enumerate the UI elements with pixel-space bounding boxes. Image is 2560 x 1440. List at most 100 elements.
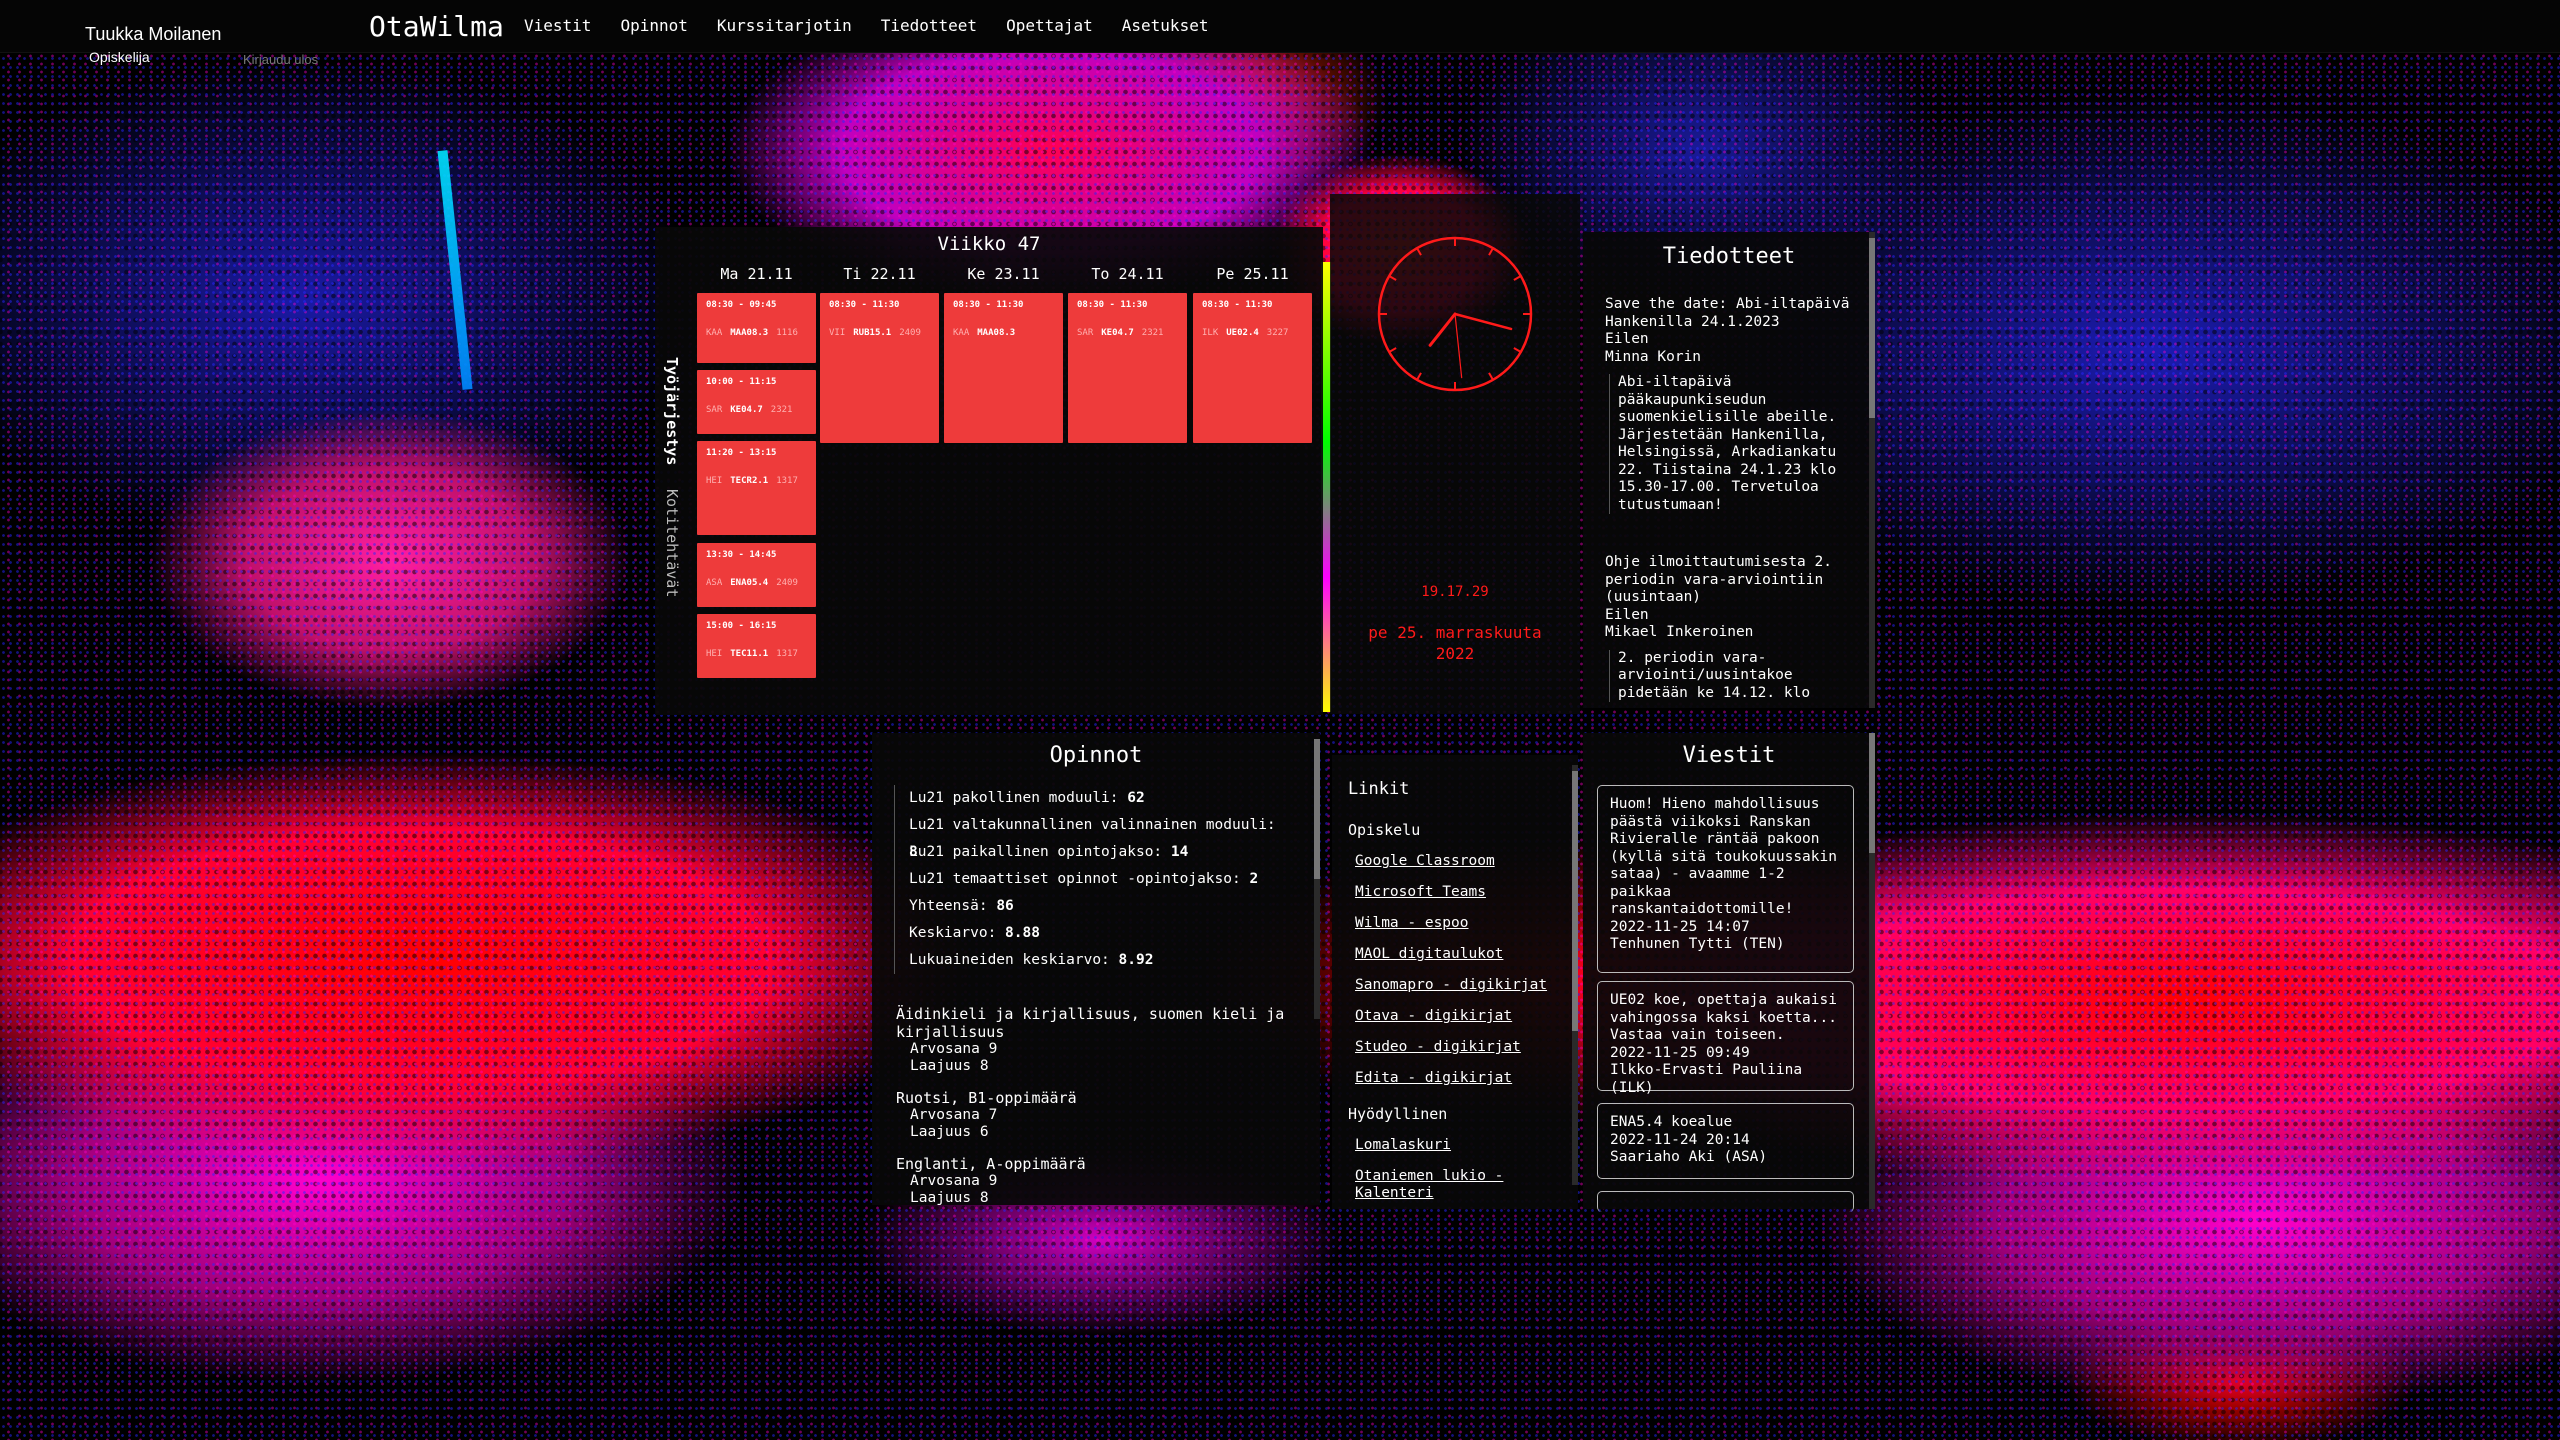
- logout-link[interactable]: Kirjaudu ulos: [243, 52, 318, 67]
- day-column: Ma 21.11 08:30 - 09:45 KAA MAA08.3 1116 10:00…: [697, 265, 816, 678]
- credits-summary: Lu21 pakollinen moduuli: 62 Lu21 valtaku…: [894, 785, 1289, 974]
- lesson-meta: SAR KE04.7 2321: [706, 405, 807, 415]
- summary-row: Keskiarvo: 8.88: [909, 925, 1040, 941]
- day-column: Ke 23.11 08:30 - 11:30 KAA MAA08.3: [944, 265, 1063, 443]
- links-section-study: Opiskelu: [1348, 821, 1421, 839]
- summary-row: Lu21 valtakunnallinen valinnainen moduul…: [909, 817, 1276, 860]
- course-name[interactable]: Englanti, A-oppimäärä: [896, 1155, 1296, 1173]
- message-card[interactable]: [1597, 1191, 1854, 1212]
- studies-title: Opinnot: [1049, 743, 1143, 768]
- announcement-item[interactable]: Ohje ilmoittautumisesta 2. periodin vara…: [1605, 554, 1855, 702]
- course-item[interactable]: Englanti, A-oppimäärä Arvosana 9 Laajuus…: [896, 1155, 1296, 1207]
- lesson-teacher: VII: [829, 328, 846, 338]
- clock-tick: [1488, 372, 1494, 380]
- message-card[interactable]: UE02 koe, opettaja aukaisi vahingossa ka…: [1597, 981, 1854, 1096]
- link-microsoft-teams[interactable]: Microsoft Teams: [1355, 884, 1555, 901]
- lesson-block[interactable]: 13:30 - 14:45 ASA ENA05.4 2409: [697, 543, 816, 607]
- lesson-time: 08:30 - 09:45: [706, 300, 777, 310]
- course-item[interactable]: Äidinkieli ja kirjallisuus, suomen kieli…: [896, 1005, 1296, 1075]
- messages-scrollbar[interactable]: [1869, 733, 1875, 1209]
- link-maol[interactable]: MAOL digitaulukot: [1355, 946, 1555, 963]
- lesson-block[interactable]: 08:30 - 11:30 ILK UE02.4 3227: [1193, 293, 1312, 443]
- clock-panel: 19.17.29 pe 25. marraskuuta 2022: [1330, 194, 1580, 714]
- schedule-panel: Työjärjestys Kotitehtävät Viikko 47 Ma 2…: [655, 227, 1323, 715]
- message-card[interactable]: Huom! Hieno mahdollisuus päästä viikoksi…: [1597, 785, 1854, 973]
- lesson-meta: KAA MAA08.3: [953, 328, 1054, 338]
- links-title: Linkit: [1348, 779, 1410, 799]
- announcement-author: Mikael Inkeroinen: [1605, 624, 1754, 640]
- message-body: Huom! Hieno mahdollisuus päästä viikoksi…: [1610, 796, 1837, 917]
- announcement-list: Save the date: Abi-iltapäivä Hankenilla …: [1605, 296, 1855, 702]
- announcements-scrollbar[interactable]: [1869, 232, 1875, 708]
- lesson-room: 1317: [776, 649, 798, 659]
- announcement-date: Eilen: [1605, 606, 1649, 623]
- course-name[interactable]: Ruotsi, B1-oppimäärä: [896, 1089, 1296, 1107]
- course-name[interactable]: Äidinkieli ja kirjallisuus, suomen kieli…: [896, 1005, 1296, 1041]
- lesson-course: RUB15.1: [853, 328, 892, 338]
- link-otava[interactable]: Otava - digikirjat: [1355, 1008, 1555, 1025]
- studies-panel: Opinnot Lu21 pakollinen moduuli: 62 Lu21…: [872, 733, 1320, 1207]
- hour-hand: [1428, 312, 1457, 347]
- nav-tiedotteet[interactable]: Tiedotteet: [881, 16, 977, 35]
- lesson-course: TECR2.1: [730, 476, 769, 486]
- user-name: Tuukka Moilanen: [85, 24, 222, 44]
- week-title: Viikko 47: [937, 233, 1041, 255]
- lesson-block[interactable]: 10:00 - 11:15 SAR KE04.7 2321: [697, 370, 816, 434]
- studies-scrollbar[interactable]: [1314, 739, 1320, 1019]
- lesson-meta: SAR KE04.7 2321: [1077, 328, 1178, 338]
- announcement-item[interactable]: Save the date: Abi-iltapäivä Hankenilla …: [1605, 296, 1855, 514]
- link-studeo[interactable]: Studeo - digikirjat: [1355, 1039, 1555, 1056]
- announcement-body: 2. periodin vara-arviointi/uusintakoe pi…: [1609, 649, 1855, 702]
- nav-asetukset[interactable]: Asetukset: [1122, 16, 1209, 35]
- course-scope: Laajuus 6: [910, 1124, 989, 1140]
- message-sender: Saariaho Aki (ASA): [1610, 1149, 1768, 1165]
- nav-viestit[interactable]: Viestit: [524, 16, 591, 35]
- course-grade: Arvosana 7: [910, 1107, 998, 1123]
- course-grade: Arvosana 9: [910, 1173, 998, 1189]
- link-google-classroom[interactable]: Google Classroom: [1355, 853, 1555, 870]
- course-scope: Laajuus 8: [910, 1190, 989, 1206]
- clock-tick: [1416, 248, 1422, 256]
- nav-opinnot[interactable]: Opinnot: [620, 16, 687, 35]
- lesson-block[interactable]: 11:20 - 13:15 HEI TECR2.1 1317: [697, 441, 816, 535]
- lesson-block[interactable]: 08:30 - 09:45 KAA MAA08.3 1116: [697, 293, 816, 363]
- links-section-useful: Hyödyllinen: [1348, 1105, 1448, 1123]
- message-body: ENA5.4 koealue: [1610, 1114, 1733, 1130]
- link-wilma-espoo[interactable]: Wilma - espoo: [1355, 915, 1555, 932]
- clock-tick: [1389, 347, 1397, 353]
- link-edita[interactable]: Edita - digikirjat: [1355, 1070, 1555, 1087]
- summary-row: Lu21 temaattiset opinnot -opintojakso: 2: [909, 871, 1259, 887]
- link-lomalaskuri[interactable]: Lomalaskuri: [1355, 1137, 1555, 1154]
- lesson-block[interactable]: 08:30 - 11:30 KAA MAA08.3: [944, 293, 1063, 443]
- message-sender: Ilkko-Ervasti Pauliina (ILK): [1610, 1062, 1803, 1096]
- announcement-author: Minna Korin: [1605, 348, 1702, 365]
- nav-kurssitarjotin[interactable]: Kurssitarjotin: [717, 16, 852, 35]
- tab-homework[interactable]: Kotitehtävät: [663, 489, 681, 597]
- lesson-room: 3227: [1266, 328, 1289, 338]
- lesson-room: 2321: [770, 405, 793, 415]
- lesson-block[interactable]: 15:00 - 16:15 HEI TEC11.1 1317: [697, 614, 816, 678]
- lesson-course: KE04.7: [730, 405, 763, 415]
- announcement-title[interactable]: Save the date: Abi-iltapäivä Hankenilla …: [1605, 296, 1855, 331]
- link-sanomapro[interactable]: Sanomapro - digikirjat: [1355, 977, 1555, 994]
- top-bar: Tuukka Moilanen OtaWilma Viestit Opinnot…: [0, 0, 2560, 53]
- day-header: Pe 25.11: [1216, 265, 1289, 283]
- nav-opettajat[interactable]: Opettajat: [1006, 16, 1093, 35]
- app-title[interactable]: OtaWilma: [369, 10, 504, 43]
- link-kalenteri[interactable]: Otaniemen lukio - Kalenteri: [1355, 1168, 1555, 1202]
- lesson-block[interactable]: 08:30 - 11:30 VII RUB15.1 2409: [820, 293, 939, 443]
- tab-schedule[interactable]: Työjärjestys: [663, 357, 681, 465]
- links-scrollbar[interactable]: [1572, 765, 1578, 1185]
- message-card[interactable]: ENA5.4 koealue 2022-11-24 20:14 Saariaho…: [1597, 1103, 1854, 1179]
- lesson-course: UE02.4: [1226, 328, 1259, 338]
- lesson-block[interactable]: 08:30 - 11:30 SAR KE04.7 2321: [1068, 293, 1187, 443]
- clock-tick: [1513, 347, 1521, 353]
- lesson-meta: KAA MAA08.3 1116: [706, 328, 807, 338]
- lesson-time: 08:30 - 11:30: [1077, 300, 1148, 310]
- lesson-room: 1116: [776, 328, 798, 338]
- lesson-meta: HEI TEC11.1 1317: [706, 649, 807, 659]
- lesson-time: 10:00 - 11:15: [706, 377, 777, 387]
- course-item[interactable]: Ruotsi, B1-oppimäärä Arvosana 7 Laajuus …: [896, 1089, 1296, 1141]
- announcement-title[interactable]: Ohje ilmoittautumisesta 2. periodin vara…: [1605, 554, 1855, 607]
- lesson-course: TEC11.1: [730, 649, 769, 659]
